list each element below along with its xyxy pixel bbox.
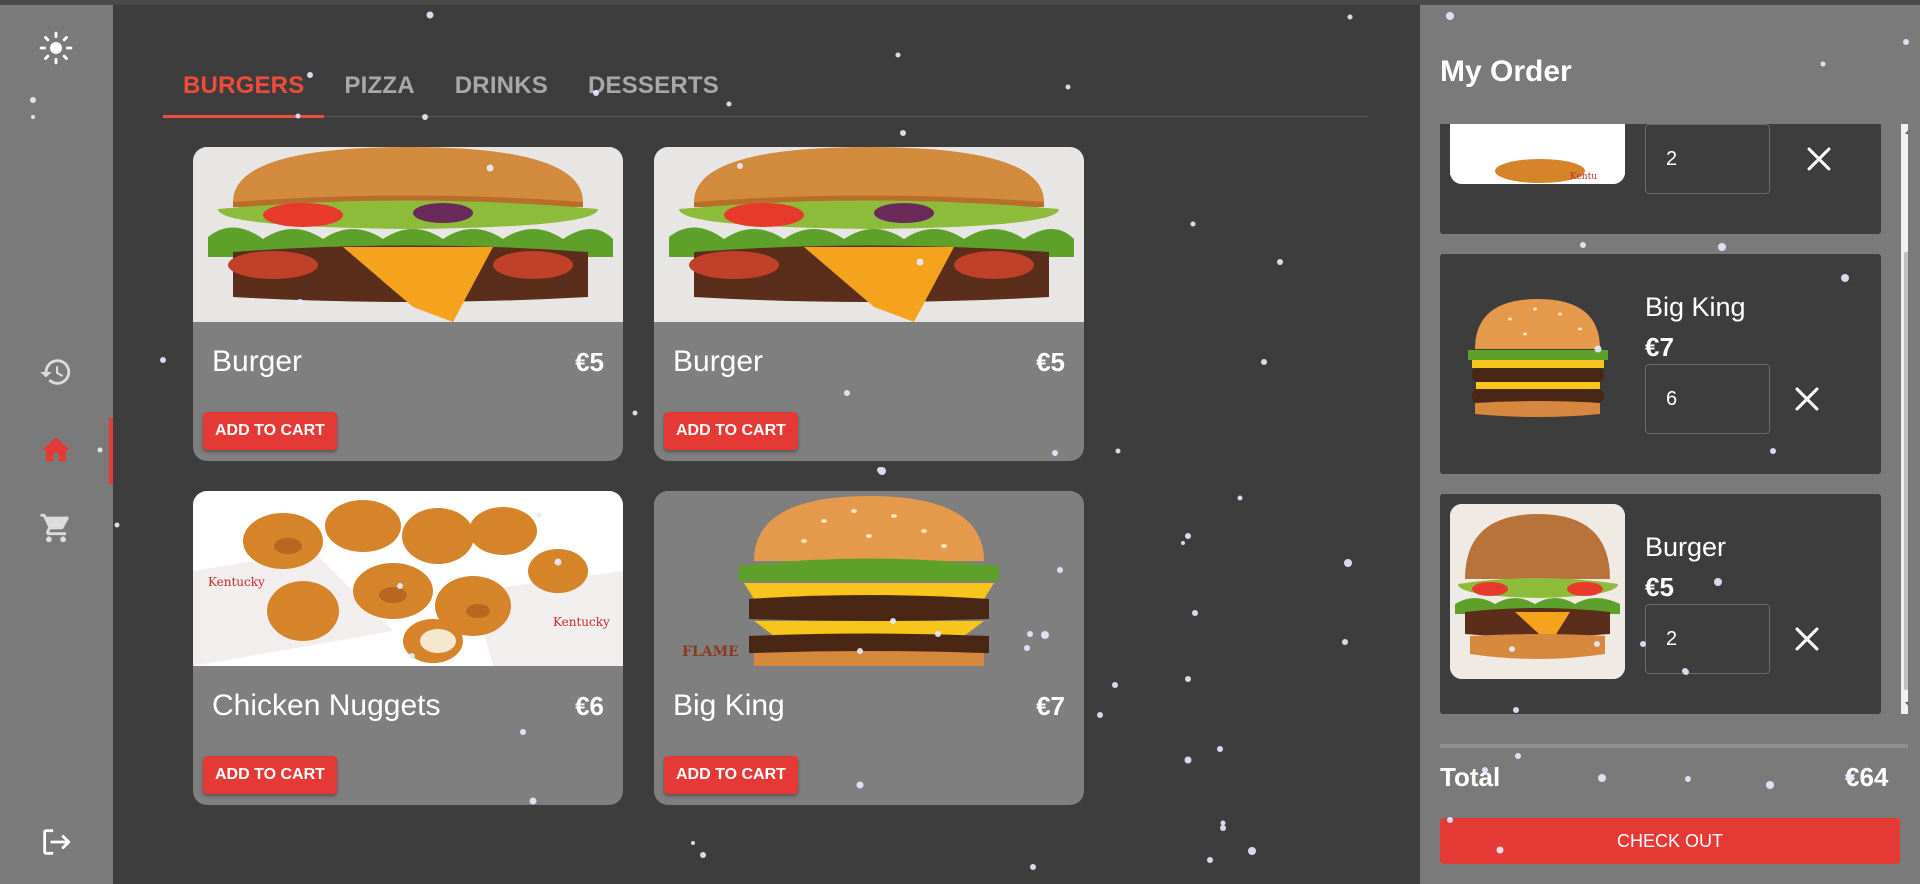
product-price: €6	[575, 691, 604, 721]
close-icon[interactable]	[1802, 142, 1836, 176]
order-item: Kentu	[1440, 124, 1881, 234]
tab-drinks[interactable]: DRINKS	[435, 60, 568, 117]
big-king-photo: FLAME	[654, 491, 1084, 666]
quantity-input[interactable]	[1645, 124, 1770, 194]
order-item: Burger €5	[1440, 494, 1881, 714]
add-to-cart-button[interactable]: ADD TO CART	[203, 412, 337, 450]
scroll-thumb[interactable]	[1904, 252, 1908, 690]
order-item-name: Big King	[1645, 292, 1746, 322]
tab-burgers[interactable]: BURGERS	[163, 60, 325, 118]
order-item-photo	[1450, 264, 1625, 439]
category-tabs: BURGERS PIZZA DRINKS DESSERTS	[163, 60, 1368, 118]
order-item-photo: Kentu	[1450, 124, 1625, 184]
product-price: €5	[1036, 347, 1065, 377]
total-value: €64	[1845, 762, 1889, 792]
product-name: Burger	[212, 345, 303, 378]
checkout-button[interactable]: CHECK OUT	[1440, 818, 1900, 864]
product-card: Burger €5 ADD TO CART	[193, 147, 623, 461]
scroll-down-arrow[interactable]	[1905, 702, 1908, 708]
order-divider	[1440, 744, 1908, 748]
order-item-photo	[1450, 504, 1625, 679]
product-card: FLAME Big King €7 ADD TO CART	[654, 491, 1084, 805]
tab-pizza[interactable]: PIZZA	[324, 60, 434, 117]
order-panel: My Order Kentu 2 Big King €7 6 Burger €5…	[1420, 0, 1920, 884]
svg-text:FLAME: FLAME	[682, 644, 739, 660]
burger-photo	[654, 147, 1084, 322]
quantity-input[interactable]	[1645, 604, 1770, 674]
burger-photo	[193, 147, 623, 322]
order-item: Big King €7	[1440, 254, 1881, 474]
quantity-input[interactable]	[1645, 364, 1770, 434]
svg-text:Kentucky: Kentucky	[553, 615, 610, 629]
order-item-price: €5	[1645, 572, 1674, 602]
order-item-price: €7	[1645, 332, 1674, 362]
add-to-cart-button[interactable]: ADD TO CART	[664, 756, 798, 794]
product-card: Kentucky Kentucky Chicken Nuggets €6 ADD…	[193, 491, 623, 805]
product-price: €7	[1036, 691, 1065, 721]
sidebar	[0, 0, 113, 884]
logout-icon[interactable]	[36, 822, 76, 862]
product-card: Burger €5 ADD TO CART	[654, 147, 1084, 461]
chicken-nuggets-photo: Kentucky Kentucky	[193, 491, 623, 666]
total-label: Total	[1440, 762, 1501, 792]
add-to-cart-button[interactable]: ADD TO CART	[203, 756, 337, 794]
product-name: Chicken Nuggets	[212, 689, 441, 722]
add-to-cart-button[interactable]: ADD TO CART	[664, 412, 798, 450]
menu-area: BURGERS PIZZA DRINKS DESSERTS Burger €5 …	[113, 0, 1420, 884]
order-item-name: Burger	[1645, 532, 1727, 562]
product-name: Big King	[673, 689, 785, 722]
cart-icon[interactable]	[36, 508, 76, 548]
theme-toggle-icon[interactable]	[36, 28, 76, 68]
product-price: €5	[575, 347, 604, 377]
home-icon[interactable]	[36, 430, 76, 470]
svg-text:Kentucky: Kentucky	[208, 575, 265, 589]
close-icon[interactable]	[1790, 382, 1824, 416]
top-border	[0, 0, 1920, 5]
scroll-up-arrow[interactable]	[1905, 128, 1908, 134]
svg-text:Kentu: Kentu	[1570, 172, 1597, 182]
order-list-scrollbar[interactable]	[1901, 124, 1908, 714]
product-name: Burger	[673, 345, 764, 378]
history-icon[interactable]	[36, 352, 76, 392]
order-list[interactable]: Kentu Big Ki	[1440, 124, 1908, 714]
close-icon[interactable]	[1790, 622, 1824, 656]
tab-desserts[interactable]: DESSERTS	[568, 60, 739, 117]
order-title: My Order	[1440, 55, 1572, 88]
